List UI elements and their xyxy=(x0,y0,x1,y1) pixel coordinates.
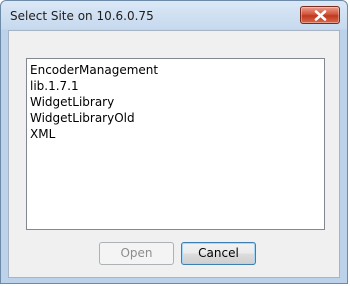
window-title: Select Site on 10.6.0.75 xyxy=(10,9,154,23)
list-item[interactable]: EncoderManagement xyxy=(28,62,323,78)
list-item[interactable]: WidgetLibraryOld xyxy=(28,110,323,126)
site-listbox[interactable]: EncoderManagement lib.1.7.1 WidgetLibrar… xyxy=(26,58,325,230)
title-bar[interactable]: Select Site on 10.6.0.75 xyxy=(1,1,347,30)
open-button[interactable]: Open xyxy=(99,242,174,265)
cancel-button[interactable]: Cancel xyxy=(181,242,256,265)
list-item[interactable]: lib.1.7.1 xyxy=(28,78,323,94)
close-button[interactable] xyxy=(300,6,340,24)
list-item[interactable]: WidgetLibrary xyxy=(28,94,323,110)
list-item[interactable]: XML xyxy=(28,126,323,142)
close-x-icon xyxy=(314,10,327,21)
dialog-body: EncoderManagement lib.1.7.1 WidgetLibrar… xyxy=(8,30,340,278)
dialog-window: Select Site on 10.6.0.75 EncoderManageme… xyxy=(0,0,348,284)
